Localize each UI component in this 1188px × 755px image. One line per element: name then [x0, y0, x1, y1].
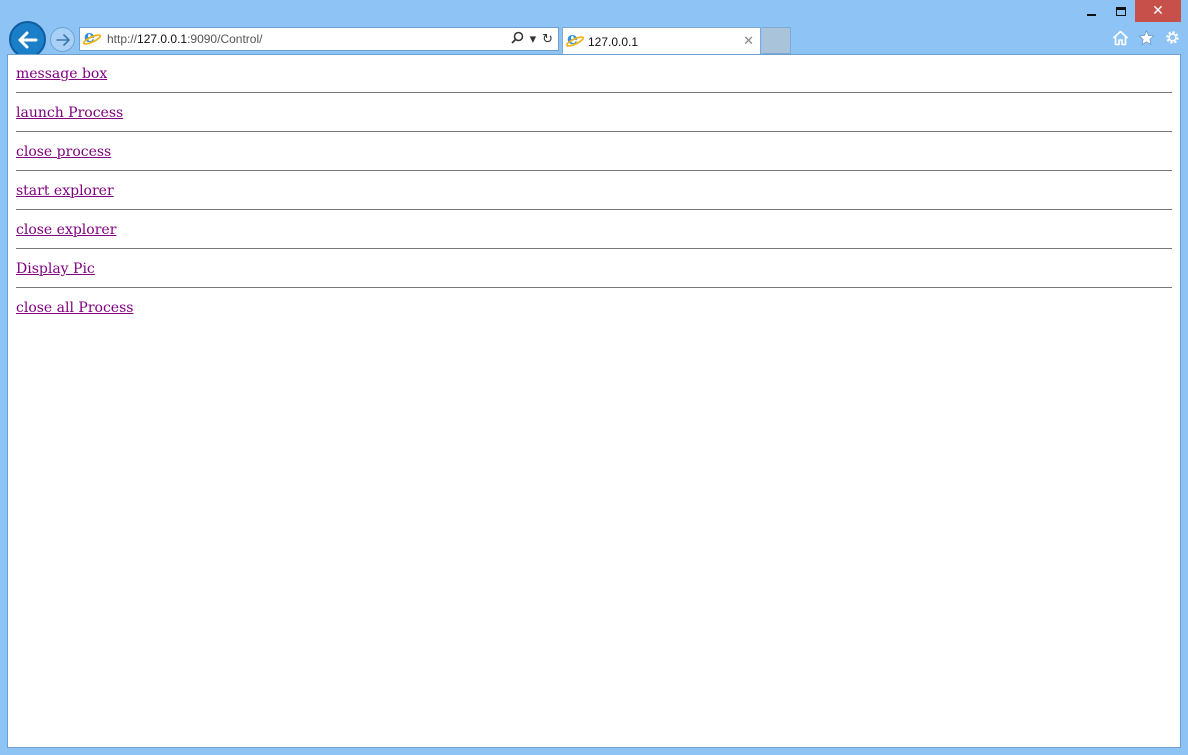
close-process-link[interactable]: close process — [16, 144, 111, 160]
close-explorer-link[interactable]: close explorer — [16, 222, 116, 238]
ie-logo-icon: e — [564, 31, 586, 50]
home-icon[interactable] — [1112, 29, 1129, 46]
link-row-launch-process: launch Process — [16, 102, 1172, 123]
close-tab-icon[interactable]: ✕ — [743, 34, 754, 49]
display-pic-link[interactable]: Display Pic — [16, 261, 95, 277]
divider — [16, 209, 1172, 210]
browser-toolbar — [1112, 29, 1181, 46]
divider — [16, 170, 1172, 171]
link-row-display-pic: Display Pic — [16, 258, 1172, 279]
divider — [16, 131, 1172, 132]
divider — [16, 92, 1172, 93]
start-explorer-link[interactable]: start explorer — [16, 183, 114, 199]
address-url[interactable]: http://127.0.0.1:9090/Control/ — [107, 32, 262, 46]
arrow-right-icon — [55, 33, 70, 46]
minimize-icon — [1087, 14, 1096, 16]
launch-process-link[interactable]: launch Process — [16, 105, 123, 121]
address-tools: ▾ ↻ — [510, 31, 558, 47]
link-row-close-process: close process — [16, 141, 1172, 162]
minimize-button[interactable] — [1077, 0, 1106, 22]
close-icon: ✕ — [1152, 3, 1164, 19]
search-icon[interactable] — [510, 31, 524, 47]
star-icon[interactable] — [1138, 29, 1155, 46]
message-box-link[interactable]: message box — [16, 66, 107, 82]
divider — [16, 248, 1172, 249]
new-tab-button[interactable] — [762, 27, 791, 54]
arrow-left-icon — [18, 31, 37, 48]
close-window-button[interactable]: ✕ — [1135, 0, 1181, 22]
forward-button[interactable] — [50, 27, 75, 52]
link-row-close-all-process: close all Process — [16, 297, 1172, 318]
gear-icon[interactable] — [1164, 29, 1181, 46]
address-bar[interactable]: e http://127.0.0.1:9090/Control/ ▾ ↻ — [79, 27, 559, 51]
maximize-button[interactable] — [1106, 0, 1135, 22]
back-button[interactable] — [9, 21, 46, 58]
tab-title: 127.0.0.1 — [588, 34, 639, 49]
page-content: message box launch Process close process… — [7, 54, 1181, 748]
link-row-close-explorer: close explorer — [16, 219, 1172, 240]
window-controls: ✕ — [1077, 0, 1181, 22]
maximize-icon — [1115, 6, 1126, 16]
tab-active[interactable]: e 127.0.0.1 ✕ — [562, 27, 761, 55]
close-all-process-link[interactable]: close all Process — [16, 300, 133, 316]
refresh-icon[interactable]: ↻ — [542, 33, 553, 46]
ie-logo-icon: e — [81, 28, 103, 48]
link-row-message-box: message box — [16, 63, 1172, 84]
chevron-down-icon[interactable]: ▾ — [530, 33, 537, 46]
divider — [16, 287, 1172, 288]
link-row-start-explorer: start explorer — [16, 180, 1172, 201]
